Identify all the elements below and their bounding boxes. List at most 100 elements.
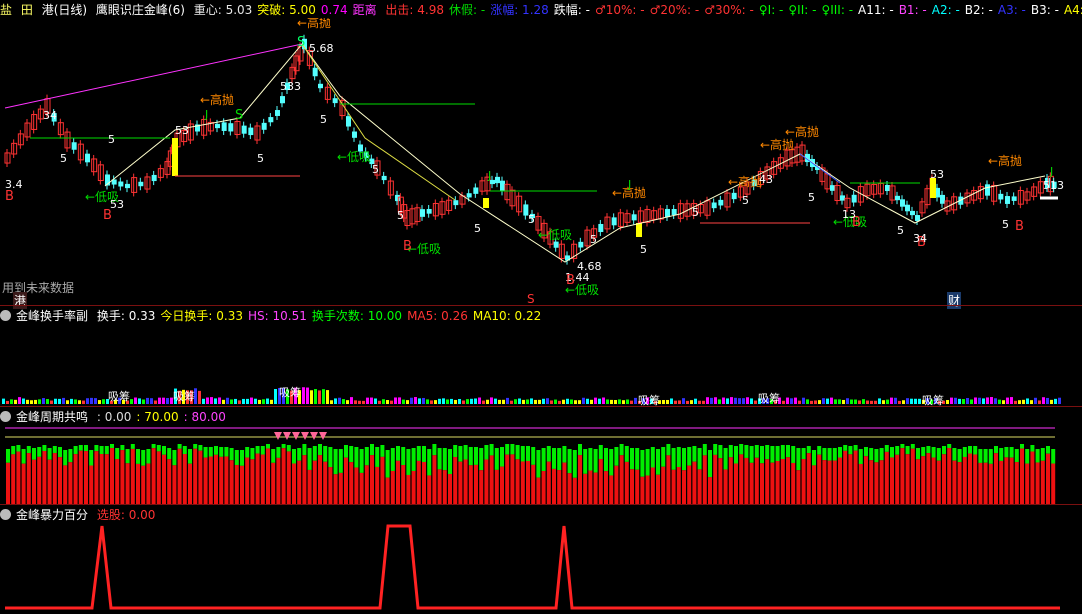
- red-bar: [463, 459, 468, 504]
- turnover-bar: [234, 398, 237, 404]
- red-bar: [786, 457, 790, 504]
- green-bar: [281, 444, 286, 449]
- panel-settings-icon[interactable]: [0, 411, 11, 422]
- green-bar: [125, 449, 130, 464]
- label-gaopao-3: ←高抛: [728, 174, 762, 189]
- green-bar: [156, 445, 161, 452]
- candle-body: [840, 195, 845, 201]
- turnover-bar: [1038, 400, 1041, 404]
- turnover-bar: [98, 400, 101, 404]
- red-bar: [162, 454, 166, 504]
- label-53-a: 53: [175, 124, 189, 137]
- red-bar: [936, 460, 941, 504]
- green-bar: [557, 448, 562, 471]
- red-bar: [1004, 457, 1009, 504]
- turnover-bar: [1018, 400, 1021, 404]
- label-53-c: 53: [110, 198, 124, 211]
- candle-body: [151, 174, 157, 182]
- red-bar: [224, 456, 229, 504]
- green-bar: [6, 449, 10, 463]
- turnover-bar: [890, 397, 893, 404]
- red-bar: [219, 456, 224, 504]
- green-bar: [541, 448, 546, 472]
- turnover-bar: [130, 399, 133, 404]
- turnover-bar: [994, 398, 997, 404]
- red-bar: [983, 462, 988, 504]
- green-bar: [598, 445, 603, 460]
- red-bar: [531, 464, 536, 504]
- panel1-title[interactable]: 金峰换手率副: [16, 309, 88, 323]
- turnover-bar: [826, 398, 829, 404]
- panel2-title[interactable]: 金峰周期共鸣: [16, 410, 88, 424]
- turnover-bar: [38, 399, 41, 404]
- green-bar: [895, 446, 900, 455]
- red-bar: [177, 448, 182, 504]
- green-bar: [848, 446, 853, 455]
- red-bar: [1040, 460, 1045, 504]
- turnover-bar: [246, 398, 249, 404]
- candlestick-chart[interactable]: ←高抛5.68S3.4B4.681.44←低吸←高抛←高抛←高抛←高抛←高抛←高…: [0, 18, 1082, 306]
- app-icon-1[interactable]: 盐: [0, 3, 12, 17]
- red-bar: [604, 471, 608, 504]
- green-bar: [26, 446, 31, 454]
- main-field-12: ♀II: -: [788, 3, 817, 17]
- main-field-0: 重心: 5.03: [193, 3, 253, 17]
- panel-settings-icon[interactable]: [0, 310, 11, 321]
- green-bar: [359, 449, 364, 473]
- main-field-2: 0.74: [320, 3, 348, 17]
- violence-percent-chart[interactable]: [0, 522, 1082, 612]
- turnover-bar: [534, 399, 537, 404]
- turnover-bar: [42, 398, 45, 404]
- turnover-bar: [466, 399, 469, 404]
- panel-settings-icon[interactable]: [0, 509, 11, 520]
- green-bar: [130, 444, 135, 449]
- green-bar: [770, 446, 775, 463]
- green-bar: [375, 447, 380, 467]
- red-bar: [338, 472, 343, 504]
- red-bar: [661, 466, 666, 504]
- green-bar: [203, 447, 208, 458]
- red-bar: [858, 463, 863, 504]
- turnover-bar: [998, 399, 1001, 404]
- turnover-bar: [22, 398, 25, 404]
- red-bar: [156, 451, 161, 504]
- green-bar: [136, 449, 140, 464]
- green-bar: [988, 449, 993, 464]
- label-dixi-3: ←低吸: [407, 242, 441, 256]
- red-bar: [151, 448, 156, 504]
- turnover-chart[interactable]: 吸筹 吸筹 吸筹吸筹 吸筹 吸筹: [0, 324, 1082, 406]
- turnover-bar: [218, 397, 221, 404]
- event-marker-s[interactable]: S: [527, 292, 535, 306]
- indicator-name[interactable]: 鹰眼识庄金峰(6): [96, 3, 185, 17]
- label-5-10: 5: [808, 191, 815, 204]
- red-bar: [167, 459, 172, 504]
- cycle-resonance-chart[interactable]: [0, 424, 1082, 504]
- turnover-bar: [10, 399, 13, 404]
- turnover-bar: [710, 397, 713, 404]
- label-13: 13: [842, 208, 856, 221]
- turnover-bar: [854, 399, 857, 404]
- candle-body: [248, 127, 254, 136]
- green-bar: [999, 448, 1004, 461]
- turnover-bar: [970, 399, 973, 404]
- turnover-bar: [322, 389, 325, 404]
- trend-line-magenta: [4, 43, 303, 109]
- turnover-bar: [566, 398, 569, 404]
- red-bar: [843, 450, 848, 504]
- red-bar: [484, 459, 489, 504]
- red-bar: [510, 454, 515, 504]
- main-indicator-fields: 重心: 5.03 突破: 5.00 0.74 距离 出击: 4.98 休假: - 涨幅: …: [194, 3, 1082, 17]
- panel3-title[interactable]: 金峰暴力百分: [16, 508, 88, 522]
- main-field-13: ♀III: -: [821, 3, 854, 17]
- turnover-bar: [722, 397, 725, 404]
- turnover-bar: [378, 400, 381, 404]
- panel1-field-0: 换手: 0.33: [96, 309, 156, 323]
- turnover-bar: [506, 397, 509, 404]
- turnover-bar: [754, 400, 757, 404]
- stock-title[interactable]: 港(日线): [42, 3, 87, 17]
- green-bar: [307, 448, 312, 470]
- turnover-bar: [598, 398, 601, 404]
- turnover-bar: [146, 397, 149, 404]
- candle-body: [731, 192, 737, 200]
- app-icon-2[interactable]: 田: [21, 3, 33, 17]
